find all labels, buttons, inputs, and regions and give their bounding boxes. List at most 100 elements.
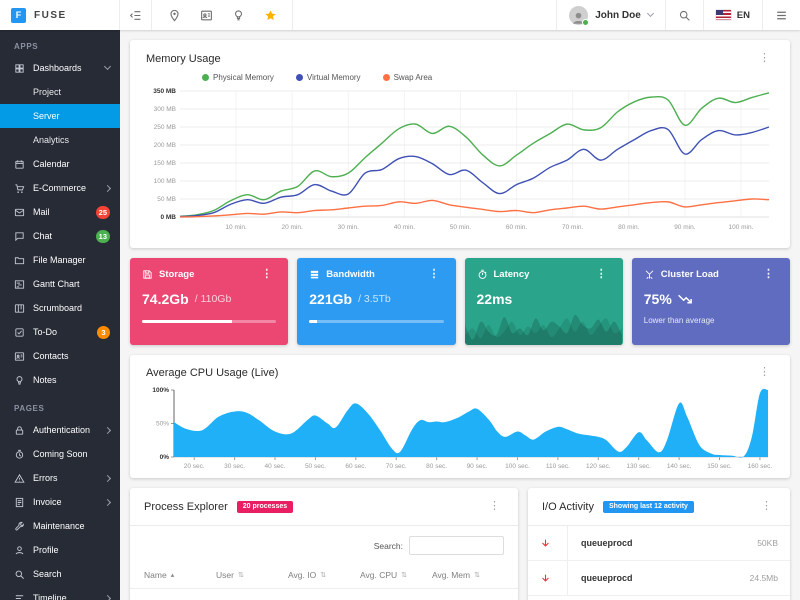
sidebar-item-profile[interactable]: Profile xyxy=(0,538,120,562)
sidebar-item-timeline[interactable]: Timeline xyxy=(0,586,120,600)
cpu-usage-menu-button[interactable] xyxy=(755,365,774,380)
cluster-load-subtitle: Lower than average xyxy=(643,316,715,325)
stat-cards-row: Storage 74.2Gb / 110Gb Bandwidth 221Gb / 3.… xyxy=(130,258,790,345)
io-activity-row[interactable]: queueprocd 24.5Mb xyxy=(528,561,790,596)
io-activity-row[interactable]: queueprocd 50KB xyxy=(528,526,790,561)
latency-mini-chart xyxy=(464,314,622,345)
svg-text:40 sec.: 40 sec. xyxy=(265,463,286,470)
search-icon xyxy=(14,569,25,580)
sidebar-item-label: Errors xyxy=(33,473,58,483)
app-logo[interactable]: F FUSE xyxy=(0,0,120,30)
memory-usage-menu-button[interactable] xyxy=(755,51,774,66)
sidebar-item-project[interactable]: Project xyxy=(0,80,120,104)
shortcut-contacts-button[interactable] xyxy=(190,0,222,30)
sidebar-item-label: Coming Soon xyxy=(33,449,88,459)
sidebar-item-calendar[interactable]: Calendar xyxy=(0,152,120,176)
value-text: 221Gb xyxy=(309,291,353,307)
legend-label: Virtual Memory xyxy=(306,73,361,82)
chevron-right-icon xyxy=(103,474,112,482)
user-menu[interactable]: John Doe xyxy=(556,0,665,30)
svg-text:80 min.: 80 min. xyxy=(618,224,640,231)
total-text: / 110Gb xyxy=(194,293,232,305)
sidebar-item-scrumboard[interactable]: Scrumboard xyxy=(0,296,120,320)
chevron-right-icon xyxy=(103,594,112,600)
sidebar-item-chat[interactable]: Chat 13 xyxy=(0,224,120,248)
sidebar-item-to-do[interactable]: To-Do 3 xyxy=(0,320,120,344)
sidebar-item-label: Gantt Chart xyxy=(33,279,80,289)
svg-text:20 min.: 20 min. xyxy=(282,224,304,231)
location-icon xyxy=(168,9,181,22)
sidebar-item-label: Notes xyxy=(33,375,57,385)
svg-text:30 min.: 30 min. xyxy=(338,224,360,231)
board-icon xyxy=(14,303,25,314)
process-explorer-title: Process Explorer xyxy=(144,500,228,513)
svg-text:130 sec.: 130 sec. xyxy=(626,463,651,470)
sidebar-item-e-commerce[interactable]: E-Commerce xyxy=(0,176,120,200)
cluster-load-menu-button[interactable] xyxy=(759,267,778,282)
sidebar-item-maintenance[interactable]: Maintenance xyxy=(0,514,120,538)
process-explorer-card: Process Explorer 20 processes Search: Na… xyxy=(130,488,518,600)
sidebar-item-notes[interactable]: Notes xyxy=(0,368,120,392)
legend-virtual-memory[interactable]: Virtual Memory xyxy=(295,73,361,82)
io-activity-menu-button[interactable] xyxy=(757,499,776,514)
badge-to-do: 3 xyxy=(97,325,110,339)
sidebar-item-gantt-chart[interactable]: Gantt Chart xyxy=(0,272,120,296)
sidebar-item-server[interactable]: Server xyxy=(0,104,120,128)
search-button[interactable] xyxy=(664,0,703,30)
note-icon xyxy=(14,375,25,386)
storage-progress-bar xyxy=(142,320,277,323)
grid-icon xyxy=(14,63,25,74)
io-activity-list: queueprocd 50KB queueprocd 24.5Mb xyxy=(528,526,790,596)
disk-icon xyxy=(142,269,153,280)
svg-text:70 sec.: 70 sec. xyxy=(386,463,407,470)
shortcut-location-button[interactable] xyxy=(158,0,190,30)
svg-text:0 MB: 0 MB xyxy=(160,214,176,221)
sidebar-collapse-button[interactable] xyxy=(120,0,152,30)
column-header-avg-cpu[interactable]: Avg. CPU xyxy=(360,570,432,580)
calendar-icon xyxy=(14,159,25,170)
language-selector[interactable]: EN xyxy=(702,0,762,30)
sidebar-nav: APPS Dashboards Project Server Analytics Cale… xyxy=(0,30,120,600)
column-header-avg-io[interactable]: Avg. IO xyxy=(288,570,360,580)
memory-chart-legend: Physical Memory Virtual Memory Swap Area xyxy=(202,73,774,82)
sidebar-item-analytics[interactable]: Analytics xyxy=(0,128,120,152)
bandwidth-menu-button[interactable] xyxy=(425,267,444,282)
sidebar-item-dashboards[interactable]: Dashboards xyxy=(0,56,120,80)
svg-text:50%: 50% xyxy=(156,421,169,428)
sidebar-item-search[interactable]: Search xyxy=(0,562,120,586)
shortcut-favorites-button[interactable] xyxy=(254,0,286,30)
legend-swap-area[interactable]: Swap Area xyxy=(382,73,432,82)
svg-text:100%: 100% xyxy=(152,387,169,394)
shortcut-notes-button[interactable] xyxy=(222,0,254,30)
sidebar-item-errors[interactable]: Errors xyxy=(0,466,120,490)
main-content: Memory Usage Physical Memory Virtual Memo… xyxy=(120,30,800,600)
stack-icon xyxy=(309,269,320,280)
latency-card: Latency22ms xyxy=(464,258,623,345)
svg-text:100 MB: 100 MB xyxy=(154,178,176,185)
column-header-user[interactable]: User xyxy=(216,570,288,580)
svg-text:60 min.: 60 min. xyxy=(506,224,528,231)
value-text: 74.2Gb xyxy=(142,291,189,307)
sidebar-item-contacts[interactable]: Contacts xyxy=(0,344,120,368)
badge-chat: 13 xyxy=(95,229,110,243)
cluster-load-title: Cluster Load xyxy=(660,269,719,280)
quick-panel-button[interactable] xyxy=(762,0,800,30)
column-header-name[interactable]: Name xyxy=(144,570,216,580)
total-text: / 3.5Tb xyxy=(358,293,391,305)
sidebar-item-mail[interactable]: Mail 25 xyxy=(0,200,120,224)
storage-menu-button[interactable] xyxy=(257,267,276,282)
process-explorer-menu-button[interactable] xyxy=(485,499,504,514)
sidebar-item-invoice[interactable]: Invoice xyxy=(0,490,120,514)
bottom-row: Process Explorer 20 processes Search: Na… xyxy=(130,488,790,600)
sidebar-item-authentication[interactable]: Authentication xyxy=(0,418,120,442)
memory-usage-title: Memory Usage xyxy=(146,52,221,65)
legend-physical-memory[interactable]: Physical Memory xyxy=(202,73,274,82)
sidebar-item-file-manager[interactable]: File Manager xyxy=(0,248,120,272)
column-header-avg-mem[interactable]: Avg. Mem xyxy=(432,570,504,580)
menu-fold-icon xyxy=(129,9,142,22)
sidebar-item-coming-soon[interactable]: Coming Soon xyxy=(0,442,120,466)
timeline-icon xyxy=(14,593,25,600)
process-search-input[interactable] xyxy=(409,536,504,555)
latency-menu-button[interactable] xyxy=(592,267,611,282)
svg-text:60 sec.: 60 sec. xyxy=(345,463,366,470)
